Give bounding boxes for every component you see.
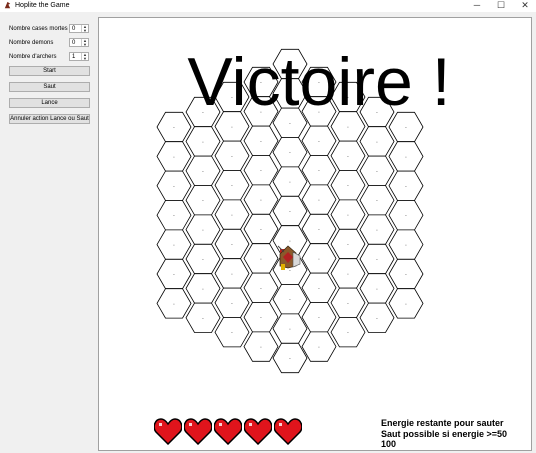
dead-cells-spinbox[interactable]: 0 ▲ ▼ — [69, 24, 89, 33]
energy-rule: Saut possible si energie >=50 — [381, 428, 508, 439]
archers-value: 1 — [72, 54, 76, 60]
control-panel: Nombre cases mortes 0 ▲ ▼ Nombre demons 0… — [0, 12, 96, 453]
undo-action-button[interactable]: Annuler action Lance ou Saut — [9, 114, 90, 124]
archers-label: Nombre d'archers — [9, 54, 57, 60]
window-title: Hoplite the Game — [15, 2, 70, 9]
spin-arrows-icon[interactable]: ▲ ▼ — [81, 39, 88, 46]
victory-message: Victoire ! — [187, 44, 451, 120]
heart-icon — [154, 418, 182, 445]
heart-icon — [274, 418, 302, 445]
energy-info: Energie restante pour sauter Saut possib… — [381, 418, 507, 450]
jump-button[interactable]: Saut — [9, 82, 90, 92]
demons-label: Nombre demons — [9, 40, 54, 46]
start-button[interactable]: Start — [9, 66, 90, 76]
energy-title: Energie restante pour sauter — [381, 418, 504, 428]
heart-icon — [214, 418, 242, 445]
spin-arrows-icon[interactable]: ▲ ▼ — [81, 25, 88, 32]
archers-spinbox[interactable]: 1 ▲ ▼ — [69, 52, 89, 61]
heart-icon — [184, 418, 212, 445]
dead-cells-value: 0 — [72, 26, 76, 32]
demons-value: 0 — [72, 40, 76, 46]
demons-spinbox[interactable]: 0 ▲ ▼ — [69, 38, 89, 47]
title-bar: Hoplite the Game ─ ☐ ✕ — [0, 0, 536, 12]
heart-icon — [244, 418, 272, 445]
game-board[interactable]: ........................................… — [98, 17, 532, 451]
dead-cells-label: Nombre cases mortes — [9, 26, 68, 32]
maximize-button[interactable]: ☐ — [490, 0, 512, 12]
minimize-button[interactable]: ─ — [466, 0, 488, 12]
app-icon — [4, 1, 11, 9]
spear-button[interactable]: Lance — [9, 98, 90, 108]
energy-value: 100 — [381, 439, 397, 449]
close-button[interactable]: ✕ — [514, 0, 536, 12]
spin-arrows-icon[interactable]: ▲ ▼ — [81, 53, 88, 60]
